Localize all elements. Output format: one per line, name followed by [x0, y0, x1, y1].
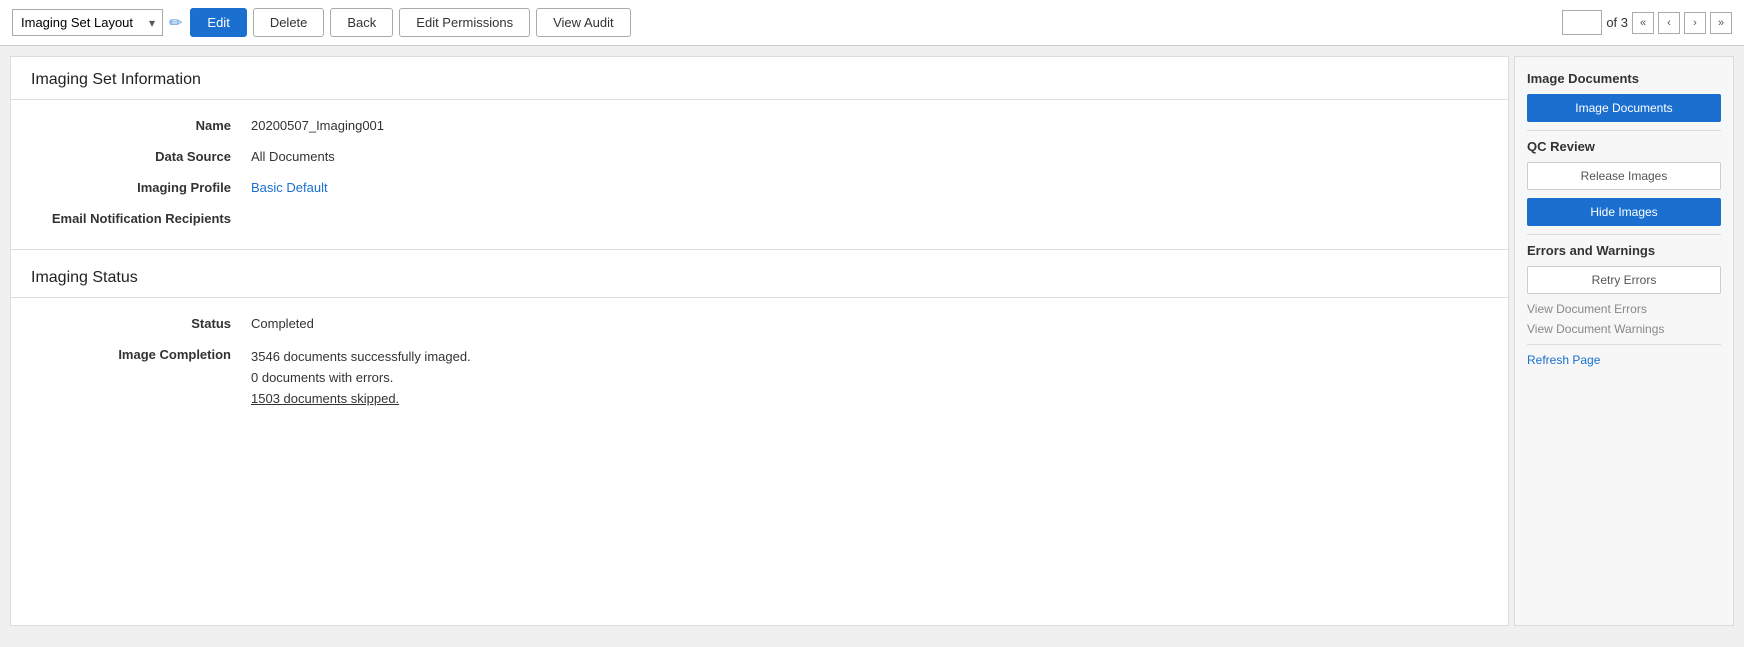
layout-select[interactable]: Imaging Set Layout — [12, 9, 163, 36]
release-images-button[interactable]: Release Images — [1527, 162, 1721, 190]
label-datasource: Data Source — [31, 149, 251, 164]
toolbar-buttons: Edit Delete Back Edit Permissions View A… — [190, 8, 630, 37]
label-image-completion: Image Completion — [31, 347, 251, 409]
view-audit-button[interactable]: View Audit — [536, 8, 630, 37]
sidebar-image-documents-title: Image Documents — [1527, 71, 1721, 86]
nav-first-button[interactable]: « — [1632, 12, 1654, 34]
label-status: Status — [31, 316, 251, 331]
main-layout: Imaging Set Information Name 20200507_Im… — [0, 46, 1744, 636]
info-row-email-recipients: Email Notification Recipients — [31, 203, 1488, 234]
toolbar-left: Imaging Set Layout ✏ Edit Delete Back Ed… — [12, 8, 1554, 37]
edit-button[interactable]: Edit — [190, 8, 246, 37]
page-input[interactable]: 3 — [1562, 10, 1602, 35]
label-name: Name — [31, 118, 251, 133]
pencil-icon[interactable]: ✏ — [169, 13, 182, 33]
toolbar: Imaging Set Layout ✏ Edit Delete Back Ed… — [0, 0, 1744, 46]
value-email-recipients — [251, 211, 1488, 226]
nav-prev-button[interactable]: ‹ — [1658, 12, 1680, 34]
info-row-status: Status Completed — [31, 308, 1488, 339]
view-document-errors-link[interactable]: View Document Errors — [1527, 302, 1721, 316]
value-image-completion: 3546 documents successfully imaged. 0 do… — [251, 347, 1488, 409]
imaging-set-info-table: Name 20200507_Imaging001 Data Source All… — [11, 100, 1508, 244]
delete-button[interactable]: Delete — [253, 8, 325, 37]
layout-select-wrapper: Imaging Set Layout — [12, 9, 163, 36]
sidebar-sep-3 — [1527, 344, 1721, 345]
imaging-status-header: Imaging Status — [11, 255, 1508, 298]
section-divider-1 — [11, 249, 1508, 250]
info-row-name: Name 20200507_Imaging001 — [31, 110, 1488, 141]
retry-errors-button[interactable]: Retry Errors — [1527, 266, 1721, 294]
right-sidebar: Image Documents Image Documents QC Revie… — [1514, 56, 1734, 626]
label-email-recipients: Email Notification Recipients — [31, 211, 251, 226]
page-of: of 3 — [1606, 15, 1628, 30]
hide-images-button[interactable]: Hide Images — [1527, 198, 1721, 226]
layout-dropdown-wrapper: Imaging Set Layout ✏ — [12, 9, 182, 36]
label-imaging-profile: Imaging Profile — [31, 180, 251, 195]
refresh-page-link[interactable]: Refresh Page — [1527, 353, 1721, 367]
back-button[interactable]: Back — [330, 8, 393, 37]
nav-last-button[interactable]: » — [1710, 12, 1732, 34]
imaging-set-info-header: Imaging Set Information — [11, 57, 1508, 100]
info-row-image-completion: Image Completion 3546 documents successf… — [31, 339, 1488, 417]
content-area: Imaging Set Information Name 20200507_Im… — [10, 56, 1509, 626]
value-status: Completed — [251, 316, 1488, 331]
view-document-warnings-link[interactable]: View Document Warnings — [1527, 322, 1721, 336]
value-name: 20200507_Imaging001 — [251, 118, 1488, 133]
value-imaging-profile[interactable]: Basic Default — [251, 180, 1488, 195]
imaging-status-table: Status Completed Image Completion 3546 d… — [11, 298, 1508, 427]
toolbar-right: 3 of 3 « ‹ › » — [1562, 10, 1732, 35]
sidebar-qc-review-title: QC Review — [1527, 139, 1721, 154]
edit-permissions-button[interactable]: Edit Permissions — [399, 8, 530, 37]
sidebar-sep-2 — [1527, 234, 1721, 235]
info-row-datasource: Data Source All Documents — [31, 141, 1488, 172]
sidebar-errors-warnings-title: Errors and Warnings — [1527, 243, 1721, 258]
nav-next-button[interactable]: › — [1684, 12, 1706, 34]
info-row-imaging-profile: Imaging Profile Basic Default — [31, 172, 1488, 203]
value-datasource: All Documents — [251, 149, 1488, 164]
sidebar-sep-1 — [1527, 130, 1721, 131]
image-documents-button[interactable]: Image Documents — [1527, 94, 1721, 122]
